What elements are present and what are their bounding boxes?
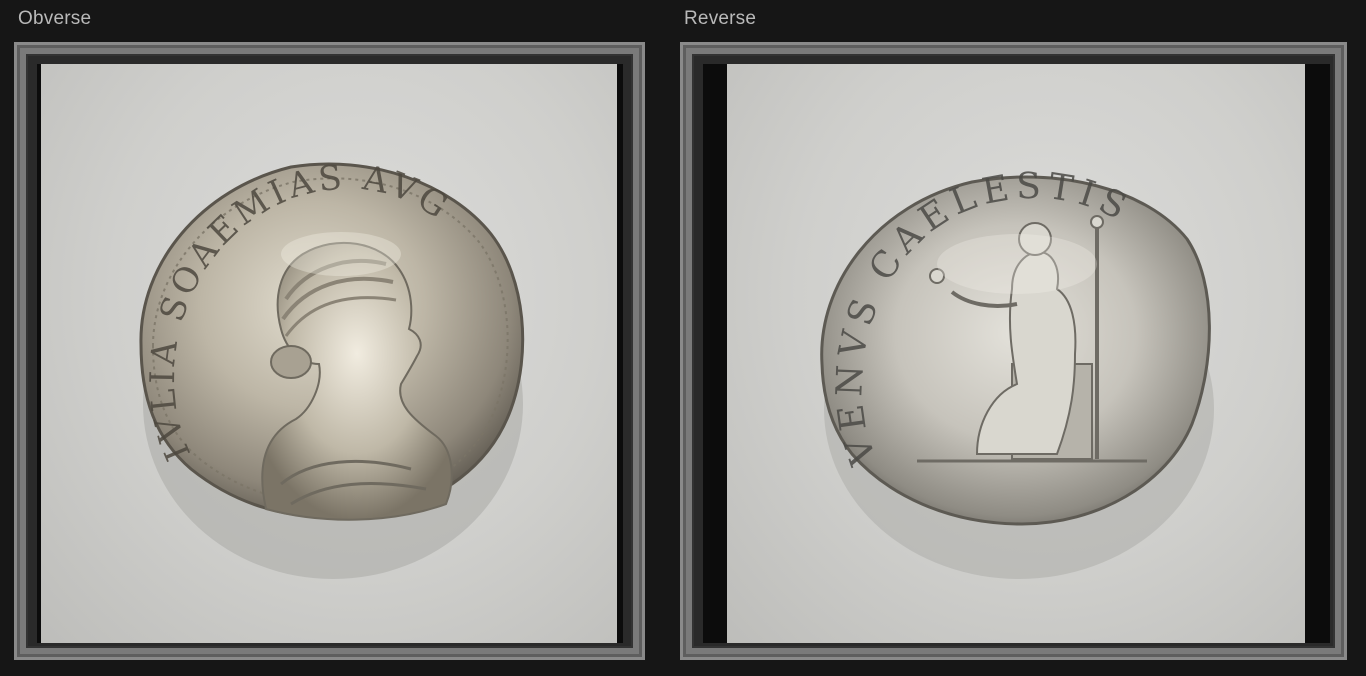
obverse-panel: Obverse IVLIA SOAEMIAS AVG: [0, 0, 660, 676]
obverse-photo[interactable]: IVLIA SOAEMIAS AVG: [41, 64, 617, 643]
reverse-frame: VENVS CAELESTIS: [680, 42, 1347, 660]
obverse-frame: IVLIA SOAEMIAS AVG: [14, 42, 645, 660]
obverse-label: Obverse: [18, 8, 92, 29]
reverse-label: Reverse: [684, 8, 757, 29]
reverse-coin-image: VENVS CAELESTIS: [820, 166, 1214, 579]
obverse-coin-image: IVLIA SOAEMIAS AVG: [139, 157, 525, 579]
reverse-photo[interactable]: VENVS CAELESTIS: [727, 64, 1305, 643]
reverse-panel: Reverse VENVS CAELESTIS: [666, 0, 1366, 676]
obverse-photo-container: IVLIA SOAEMIAS AVG: [37, 64, 623, 643]
reverse-photo-container: VENVS CAELESTIS: [703, 64, 1330, 643]
